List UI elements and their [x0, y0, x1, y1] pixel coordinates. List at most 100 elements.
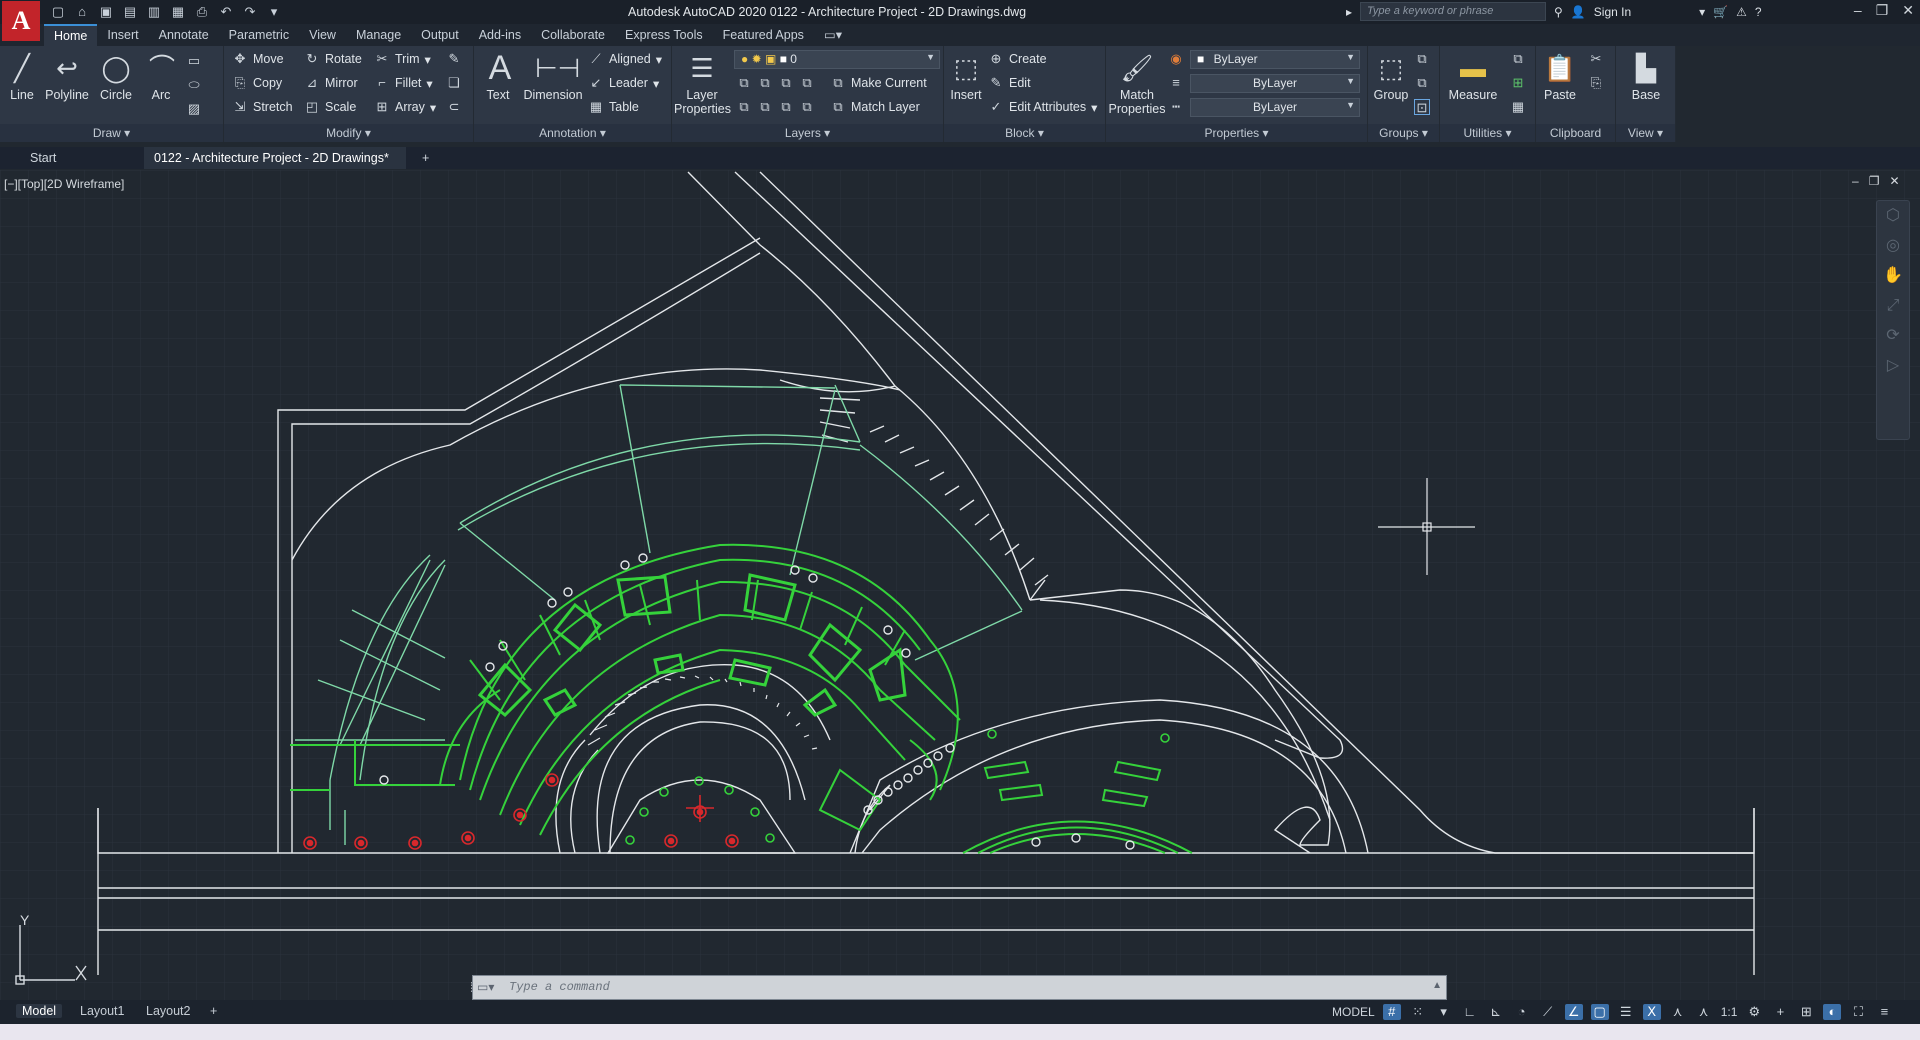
tab-collaborate[interactable]: Collaborate: [531, 24, 615, 46]
layer-lock-icon[interactable]: ⧉: [799, 75, 815, 91]
linetype-dropdown[interactable]: ByLayer ▼: [1190, 98, 1360, 117]
tab-parametric[interactable]: Parametric: [219, 24, 299, 46]
match-properties-button[interactable]: 🖌 Match Properties: [1108, 50, 1166, 116]
undo-icon[interactable]: ↶: [216, 3, 236, 21]
array-button[interactable]: ⊞ Array ▾: [374, 96, 437, 118]
hardware-acceleration-icon[interactable]: ◐: [1823, 1004, 1842, 1020]
explode-button[interactable]: ❏: [446, 72, 462, 94]
new-icon[interactable]: ▢: [48, 3, 68, 21]
group-select-button[interactable]: ⊡: [1414, 96, 1430, 118]
close-icon[interactable]: ✕: [1902, 2, 1914, 19]
layer-off-icon[interactable]: ⧉: [736, 75, 752, 91]
model-tab[interactable]: Model: [16, 1004, 63, 1018]
viewport-minimize-icon[interactable]: –: [1852, 174, 1859, 188]
snap-dropdown-icon[interactable]: ▾: [1435, 1004, 1453, 1020]
tab-featured-apps[interactable]: Featured Apps: [713, 24, 814, 46]
cut-button[interactable]: ✂: [1588, 48, 1604, 70]
move-button[interactable]: ✥ Move: [232, 48, 284, 70]
scale-button[interactable]: ◰ Scale: [304, 96, 356, 118]
steering-wheel-icon[interactable]: ⬡: [1877, 201, 1909, 231]
edit-attributes-dropdown-icon[interactable]: ▾: [1091, 100, 1097, 115]
copy-clip-button[interactable]: ⎘: [1588, 72, 1604, 94]
print-icon[interactable]: ⎙: [192, 3, 212, 21]
save-as-icon[interactable]: ▤: [120, 3, 140, 21]
layer-freeze-icon[interactable]: ⧉: [778, 75, 794, 91]
search-arrow-icon[interactable]: ▸: [1346, 5, 1352, 19]
layer-properties-button[interactable]: ☰ Layer Properties: [674, 50, 731, 116]
properties-panel-label[interactable]: Properties ▾: [1106, 124, 1367, 142]
measure-button[interactable]: ▬ Measure: [1444, 50, 1502, 102]
offset-button[interactable]: ⊂: [446, 96, 462, 118]
utilities-panel-label[interactable]: Utilities ▾: [1440, 124, 1535, 142]
layer-on-icon[interactable]: ⧉: [736, 99, 752, 115]
open-icon[interactable]: ⌂: [72, 3, 92, 21]
command-history-icon[interactable]: ▲: [1432, 980, 1442, 991]
draw-panel-label[interactable]: Draw ▾: [0, 124, 223, 142]
sign-in-button[interactable]: Sign In: [1594, 5, 1631, 19]
table-button[interactable]: ▦ Table: [588, 96, 639, 118]
dimension-button[interactable]: ⊢⊣ Dimension: [522, 50, 584, 102]
arc-button[interactable]: ⌒ Arc: [144, 50, 178, 102]
orbit-icon[interactable]: ⟳: [1877, 321, 1909, 351]
annotation-scale-value[interactable]: 1:1: [1721, 1005, 1738, 1019]
lineweight-display-icon[interactable]: ☰: [1617, 1004, 1635, 1020]
make-current-button[interactable]: ⧉ Make Current: [830, 72, 926, 94]
text-button[interactable]: A Text: [482, 50, 514, 102]
auto-scale-icon[interactable]: ⋏: [1669, 1004, 1687, 1020]
layer-thaw-icon[interactable]: ⧉: [778, 99, 794, 115]
start-tab[interactable]: Start: [20, 147, 140, 169]
web-save-icon[interactable]: ▦: [168, 3, 188, 21]
grid-display-icon[interactable]: #: [1382, 1004, 1401, 1020]
autocad-logo-button[interactable]: A: [2, 1, 40, 41]
layer-dropdown[interactable]: ● ✹ ▣ ■ 0 ▼: [734, 50, 940, 69]
edit-block-button[interactable]: ✎ Edit: [988, 72, 1031, 94]
fillet-button[interactable]: ⌐ Fillet ▾: [374, 72, 432, 94]
snap-mode-icon[interactable]: ⁙: [1409, 1004, 1427, 1020]
drawing-tab[interactable]: 0122 - Architecture Project - 2D Drawing…: [144, 147, 406, 187]
lineweight-dropdown[interactable]: ByLayer ▼: [1190, 74, 1360, 93]
tab-annotate[interactable]: Annotate: [149, 24, 219, 46]
annotation-scale-icon[interactable]: ⋏: [1695, 1004, 1713, 1020]
trim-dropdown-icon[interactable]: ▾: [425, 52, 431, 67]
maximize-icon[interactable]: ❐: [1876, 2, 1889, 19]
ortho-icon[interactable]: ⊾: [1487, 1004, 1505, 1020]
tab-output[interactable]: Output: [411, 24, 469, 46]
user-icon[interactable]: 👤: [1571, 5, 1586, 19]
rotate-button[interactable]: ↻ Rotate: [304, 48, 362, 70]
hatch-button[interactable]: ▨: [186, 98, 202, 120]
edit-attributes-button[interactable]: ✓ Edit Attributes ▾: [988, 96, 1098, 118]
group-edit-button[interactable]: ⧉: [1414, 72, 1430, 94]
groups-panel-label[interactable]: Groups ▾: [1368, 124, 1439, 142]
array-dropdown-icon[interactable]: ▾: [430, 100, 436, 115]
drawing-viewport[interactable]: [−][Top][2D Wireframe] Y – ❐ ✕: [0, 170, 1920, 1000]
rectangle-button[interactable]: ▭: [186, 50, 202, 72]
layer-unisolate-icon[interactable]: ⧉: [757, 99, 773, 115]
customize-qat-icon[interactable]: ▾: [264, 3, 284, 21]
tab-view[interactable]: View: [299, 24, 346, 46]
trim-button[interactable]: ✂ Trim ▾: [374, 48, 431, 70]
viewport-controls-label[interactable]: [−][Top][2D Wireframe]: [4, 177, 124, 191]
new-tab-button[interactable]: +: [412, 147, 442, 169]
object-snap-icon[interactable]: ▢: [1590, 1004, 1609, 1020]
stretch-button[interactable]: ⇲ Stretch: [232, 96, 293, 118]
add-layout-button[interactable]: +: [204, 1004, 223, 1018]
clean-screen-icon[interactable]: ⛶: [1849, 1004, 1867, 1020]
object-snap-tracking-icon[interactable]: ∠: [1564, 1004, 1583, 1020]
ungroup-button[interactable]: ⧉: [1414, 48, 1430, 70]
viewport-restore-icon[interactable]: ❐: [1869, 174, 1880, 188]
circle-button[interactable]: ◯ Circle: [96, 50, 136, 102]
cart-icon[interactable]: 🛒: [1713, 5, 1728, 19]
polyline-button[interactable]: ↩ Polyline: [42, 50, 92, 102]
calculator-button[interactable]: ▦: [1510, 96, 1526, 118]
show-motion-icon[interactable]: ▷: [1877, 351, 1909, 381]
customization-menu-icon[interactable]: ≡: [1875, 1004, 1893, 1020]
workspace-gear-icon[interactable]: ⚙: [1745, 1004, 1763, 1020]
leader-button[interactable]: ↙ Leader ▾: [588, 72, 660, 94]
redo-icon[interactable]: ↷: [240, 3, 260, 21]
isodraft-icon[interactable]: ⟋: [1539, 1004, 1557, 1020]
command-line[interactable]: ▭▾ Type a command ▲: [472, 975, 1447, 1000]
sign-in-dropdown-icon[interactable]: ▾: [1699, 5, 1705, 19]
tab-manage[interactable]: Manage: [346, 24, 411, 46]
view-panel-label[interactable]: View ▾: [1616, 124, 1675, 142]
tab-home[interactable]: Home: [44, 24, 98, 46]
